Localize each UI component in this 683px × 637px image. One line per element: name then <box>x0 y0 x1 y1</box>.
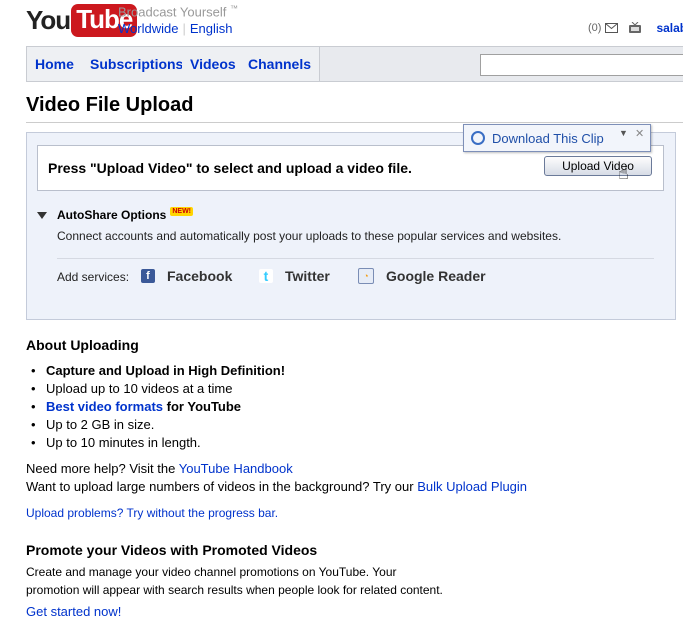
mail-icon[interactable] <box>605 23 619 33</box>
hand-cursor-icon: ☝ <box>618 163 629 183</box>
bulk-text: Want to upload large numbers of videos i… <box>26 479 528 494</box>
video-formats-link[interactable]: Best video formats <box>46 399 163 414</box>
handbook-link[interactable]: YouTube Handbook <box>179 461 293 476</box>
chevron-down-icon[interactable]: ▼ <box>619 128 628 138</box>
autoshare-toggle[interactable]: AutoShare Options NEW! <box>37 206 194 222</box>
tab-channels[interactable]: Channels <box>240 47 321 81</box>
autoshare-label: AutoShare Options <box>57 208 167 222</box>
promote-text-line2: promotion will appear with search result… <box>26 583 443 597</box>
download-clip-toolbar[interactable]: Download This Clip ▼ ✕ <box>463 124 651 152</box>
language-link[interactable]: English <box>190 21 233 36</box>
inbox-count: (0) <box>588 22 602 34</box>
add-services-label: Add services: <box>57 270 130 284</box>
autoshare-description: Connect accounts and automatically post … <box>57 229 562 243</box>
promote-heading: Promote your Videos with Promoted Videos <box>26 542 318 558</box>
upload-video-button[interactable]: Upload Video <box>544 156 652 176</box>
service-twitter[interactable]: t Twitter <box>259 268 330 284</box>
list-item: Up to 2 GB in size. <box>26 416 285 434</box>
download-clip-label[interactable]: Download This Clip <box>492 131 604 146</box>
service-facebook[interactable]: f Facebook <box>141 268 232 284</box>
search-input[interactable] <box>480 54 683 76</box>
upload-problems-link[interactable]: Upload problems? Try without the progres… <box>26 506 278 520</box>
tv-icon[interactable] <box>628 22 642 34</box>
tagline: Broadcast Yourself ™ <box>118 4 239 20</box>
locale-bar: Worldwide | English <box>118 21 233 36</box>
download-icon <box>471 131 485 145</box>
facebook-icon: f <box>141 269 155 283</box>
upload-instruction: Press "Upload Video" to select and uploa… <box>48 160 412 176</box>
username-link[interactable]: salabl <box>656 21 683 35</box>
logo-you: You <box>26 4 71 35</box>
about-heading: About Uploading <box>26 337 139 353</box>
tab-subscriptions[interactable]: Subscriptions <box>82 47 193 81</box>
bulk-upload-link[interactable]: Bulk Upload Plugin <box>417 479 527 494</box>
new-badge: NEW! <box>170 206 194 216</box>
get-started-link[interactable]: Get started now! <box>26 604 121 619</box>
main-nav: Home Subscriptions Videos Channels <box>26 46 683 82</box>
page-title: Video File Upload <box>26 94 194 116</box>
service-google-reader[interactable]: ◔ Google Reader <box>358 268 486 284</box>
about-list: Capture and Upload in High Definition! U… <box>26 362 285 452</box>
tab-videos[interactable]: Videos <box>182 47 245 81</box>
autoshare-divider <box>57 258 654 259</box>
close-icon[interactable]: ✕ <box>635 127 644 140</box>
twitter-icon: t <box>259 268 273 284</box>
triangle-down-icon <box>37 211 47 219</box>
list-item: Capture and Upload in High Definition! <box>26 362 285 380</box>
list-item: Up to 10 minutes in length. <box>26 434 285 452</box>
list-item: Best video formats for YouTube <box>26 398 285 416</box>
google-reader-icon: ◔ <box>358 268 374 284</box>
title-divider <box>26 122 683 123</box>
user-bar: (0) salabl <box>588 21 683 35</box>
help-text: Need more help? Visit the YouTube Handbo… <box>26 461 293 476</box>
region-link[interactable]: Worldwide <box>118 21 178 36</box>
list-item: Upload up to 10 videos at a time <box>26 380 285 398</box>
tab-home[interactable]: Home <box>27 47 83 81</box>
promote-text-line1: Create and manage your video channel pro… <box>26 565 397 579</box>
